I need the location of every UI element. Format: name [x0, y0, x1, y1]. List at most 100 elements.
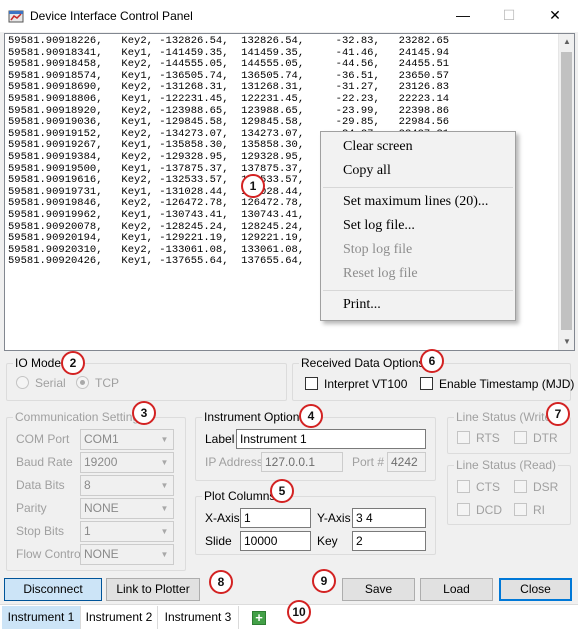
- maximize-icon: ☐: [502, 7, 516, 23]
- scroll-down-icon[interactable]: ▼: [559, 334, 574, 350]
- serial-radio[interactable]: [16, 376, 29, 389]
- data-bits-select[interactable]: 8 ▼: [80, 475, 174, 496]
- tcp-radio[interactable]: [76, 376, 89, 389]
- chevron-down-icon: ▼: [160, 458, 169, 467]
- key-input[interactable]: 2: [352, 531, 426, 551]
- instrument-label-input[interactable]: Instrument 1: [236, 429, 426, 449]
- key-label: Key: [317, 534, 338, 548]
- log-line: 59581.90919036, Key1, -129845.58, 129845…: [8, 116, 450, 129]
- com-port-label: COM Port: [16, 432, 70, 446]
- interpret-vt100-checkbox[interactable]: [305, 377, 318, 390]
- menu-item-set-log-file[interactable]: Set log file...: [343, 215, 415, 237]
- enable-timestamp-label: Enable Timestamp (MJD): [439, 377, 575, 391]
- maximize-button: ☐: [486, 0, 532, 32]
- tab-instrument-3[interactable]: Instrument 3: [158, 606, 239, 629]
- minimize-button[interactable]: —: [440, 0, 486, 32]
- log-line: 59581.90918806, Key1, -122231.45, 122231…: [8, 92, 450, 105]
- slide-input[interactable]: 10000: [240, 531, 311, 551]
- scroll-up-icon[interactable]: ▲: [559, 34, 574, 50]
- tab-instrument-2[interactable]: Instrument 2: [81, 606, 158, 629]
- flow-control-value: NONE: [84, 547, 119, 561]
- dtr-checkbox[interactable]: [514, 431, 527, 444]
- menu-separator: [323, 187, 513, 188]
- close-icon: ✕: [549, 7, 561, 23]
- scrollbar-thumb[interactable]: [561, 52, 572, 330]
- chevron-down-icon: ▼: [160, 435, 169, 444]
- minimize-icon: —: [456, 7, 470, 23]
- annotation-badge: 4: [299, 404, 323, 428]
- annotation-badge: 10: [287, 600, 311, 624]
- close-button[interactable]: Close: [499, 578, 572, 601]
- baud-rate-value: 19200: [84, 455, 118, 469]
- menu-item-stop-log-file: Stop log file: [343, 242, 413, 257]
- annotation-badge: 3: [132, 401, 156, 425]
- app-icon: [8, 10, 24, 23]
- annotation-badge: 5: [270, 479, 294, 503]
- annotation-badge: 8: [209, 570, 233, 594]
- com-port-select[interactable]: COM1 ▼: [80, 429, 174, 450]
- chevron-down-icon: ▼: [160, 550, 169, 559]
- line-status-read-title: Line Status (Read): [454, 458, 559, 472]
- communication-settings-title: Communication Settings: [13, 410, 148, 424]
- stop-bits-value: 1: [84, 524, 91, 538]
- cts-checkbox[interactable]: [457, 480, 470, 493]
- annotation-badge: 2: [61, 351, 85, 375]
- x-axis-input[interactable]: 1: [240, 508, 311, 528]
- menu-item-print[interactable]: Print...: [343, 294, 381, 316]
- serial-label: Serial: [35, 376, 66, 390]
- data-bits-value: 8: [84, 478, 91, 492]
- menu-item-clear-screen[interactable]: Clear screen: [343, 136, 413, 158]
- menu-item-set-max-lines[interactable]: Set maximum lines (20)...: [343, 191, 488, 213]
- add-tab-plus-icon[interactable]: +: [252, 611, 266, 625]
- close-window-button[interactable]: ✕: [532, 0, 578, 32]
- radio-selected-dot: [80, 380, 85, 385]
- dsr-label: DSR: [533, 480, 559, 494]
- chevron-down-icon: ▼: [160, 481, 169, 490]
- ri-checkbox[interactable]: [514, 503, 527, 516]
- menu-item-reset-log-file: Reset log file: [343, 266, 418, 281]
- ip-address-input[interactable]: 127.0.0.1: [261, 452, 343, 472]
- io-mode-title: IO Mode: [13, 356, 64, 370]
- dcd-label: DCD: [476, 503, 502, 517]
- link-to-plotter-button[interactable]: Link to Plotter: [106, 578, 200, 601]
- received-data-options-title: Received Data Options: [299, 356, 427, 370]
- line-status-write-title: Line Status (Write): [454, 410, 558, 424]
- disconnect-button[interactable]: Disconnect: [4, 578, 102, 601]
- baud-rate-select[interactable]: 19200 ▼: [80, 452, 174, 473]
- log-context-menu: Clear screen Copy all Set maximum lines …: [320, 131, 516, 321]
- slide-label: Slide: [205, 534, 232, 548]
- menu-item-copy-all[interactable]: Copy all: [343, 160, 391, 182]
- annotation-badge: 9: [312, 569, 336, 593]
- cts-label: CTS: [476, 480, 500, 494]
- load-button[interactable]: Load: [420, 578, 493, 601]
- annotation-badge: 1: [241, 174, 265, 198]
- parity-label: Parity: [16, 501, 47, 515]
- rts-checkbox[interactable]: [457, 431, 470, 444]
- flow-control-select[interactable]: NONE ▼: [80, 544, 174, 565]
- tab-instrument-1[interactable]: Instrument 1: [2, 606, 81, 629]
- instrument-options-title: Instrument Options: [202, 410, 308, 424]
- x-axis-label: X-Axis: [205, 511, 240, 525]
- chevron-down-icon: ▼: [160, 527, 169, 536]
- menu-separator: [323, 290, 513, 291]
- enable-timestamp-checkbox[interactable]: [420, 377, 433, 390]
- port-label: Port #: [352, 455, 385, 469]
- parity-select[interactable]: NONE ▼: [80, 498, 174, 519]
- stop-bits-select[interactable]: 1 ▼: [80, 521, 174, 542]
- port-input[interactable]: 4242: [387, 452, 426, 472]
- dcd-checkbox[interactable]: [457, 503, 470, 516]
- save-button[interactable]: Save: [342, 578, 415, 601]
- ri-label: RI: [533, 503, 545, 517]
- chevron-down-icon: ▼: [160, 504, 169, 513]
- log-line: 59581.90918226, Key2, -132826.54, 132826…: [8, 35, 450, 47]
- dtr-label: DTR: [533, 431, 558, 445]
- log-scrollbar[interactable]: ▲ ▼: [558, 34, 574, 350]
- line-status-read-group: Line Status (Read): [447, 458, 571, 525]
- tcp-label: TCP: [95, 376, 119, 390]
- rts-label: RTS: [476, 431, 500, 445]
- dsr-checkbox[interactable]: [514, 480, 527, 493]
- annotation-badge: 7: [546, 402, 570, 426]
- title-bar: Device Interface Control Panel — ☐ ✕: [0, 0, 578, 32]
- ip-address-label: IP Address: [205, 455, 263, 469]
- y-axis-input[interactable]: 3 4: [352, 508, 426, 528]
